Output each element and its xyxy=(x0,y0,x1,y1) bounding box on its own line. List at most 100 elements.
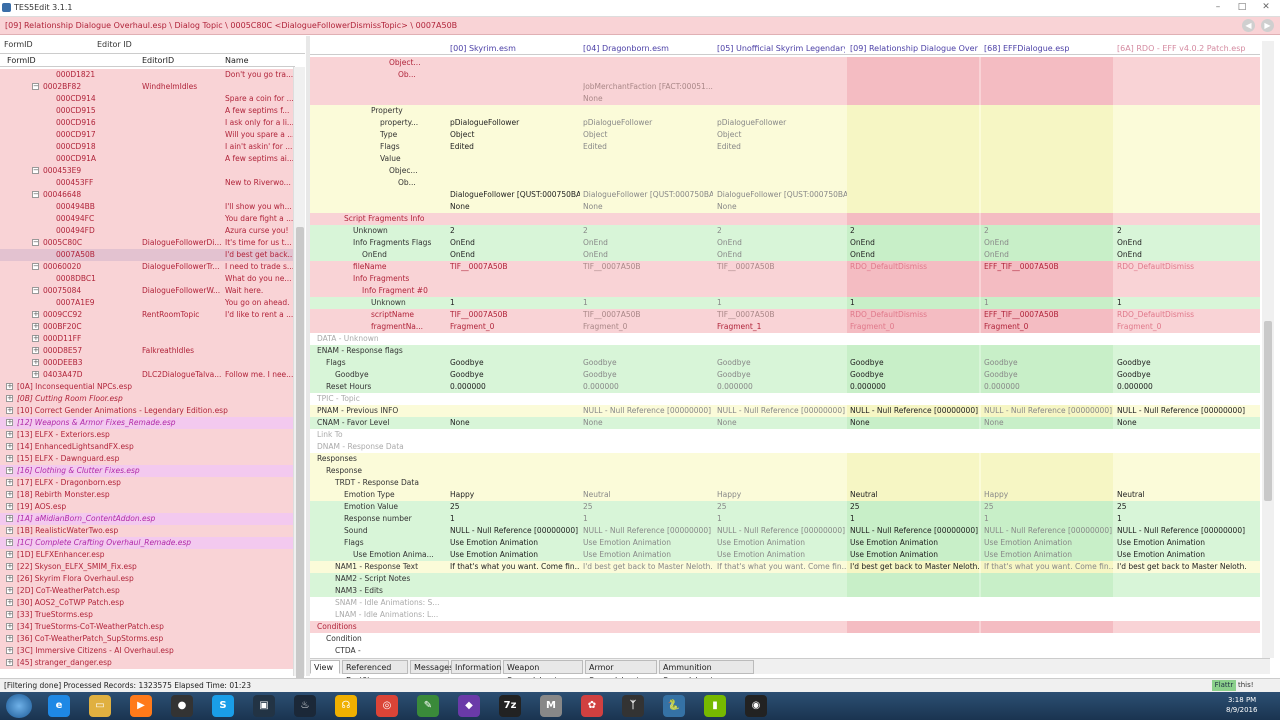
tree-row[interactable]: 0007A1E9 You go on ahead. xyxy=(0,297,293,309)
field-value[interactable]: Use Emotion Animation xyxy=(717,537,847,549)
field-value[interactable]: 1 xyxy=(850,513,980,525)
field-value[interactable]: Use Emotion Animation xyxy=(984,549,1114,561)
tree-row[interactable]: 000453FF New to Riverwo... xyxy=(0,177,293,189)
start-button[interactable] xyxy=(6,694,32,718)
tree-row[interactable]: 000CD91A A few septims ai... xyxy=(0,153,293,165)
record-row[interactable]: DATA - Unknown xyxy=(310,333,1260,345)
field-value[interactable]: 1 xyxy=(450,297,580,309)
expand-icon[interactable]: + xyxy=(32,371,39,378)
field-value[interactable]: Goodbye xyxy=(1117,357,1247,369)
plugin-row[interactable]: + [17] ELFX - Dragonborn.esp xyxy=(0,477,293,489)
record-row[interactable]: Object... xyxy=(310,57,1260,69)
field-value[interactable]: 2 xyxy=(717,225,847,237)
tool-icon[interactable]: ✿ xyxy=(581,695,603,717)
ie-icon[interactable]: e xyxy=(48,695,70,717)
plugin-row[interactable]: + [0B] Cutting Room Floor.esp xyxy=(0,393,293,405)
field-value[interactable]: OnEnd xyxy=(717,237,847,249)
expand-icon[interactable]: + xyxy=(6,599,13,606)
tree-row[interactable]: −000453E9 xyxy=(0,165,293,177)
record-row[interactable]: TRDT - Response Data xyxy=(310,477,1260,489)
field-value[interactable]: Use Emotion Animation xyxy=(850,549,980,561)
tree-row[interactable]: 000CD917 Will you spare a ... xyxy=(0,129,293,141)
notepad-icon[interactable]: ✎ xyxy=(417,695,439,717)
name-column-header[interactable]: Name xyxy=(225,56,249,65)
field-value[interactable]: TIF__0007A50B xyxy=(583,309,713,321)
expand-icon[interactable]: + xyxy=(32,347,39,354)
record-row[interactable]: None None None xyxy=(310,201,1260,213)
plugin-row[interactable]: + [26] Skyrim Flora Overhaul.esp xyxy=(0,573,293,585)
expand-icon[interactable]: + xyxy=(6,539,13,546)
field-value[interactable]: If that's what you want. Come fin... xyxy=(984,561,1114,573)
field-value[interactable]: NULL - Null Reference [00000000] xyxy=(717,405,847,417)
tree-row[interactable]: 000CD916 I ask only for a li... xyxy=(0,117,293,129)
record-row[interactable]: Unknown 1 1 1 1 1 1 xyxy=(310,297,1260,309)
tab-weapon-spreadsheet[interactable]: Weapon Spreadsheet xyxy=(503,660,583,685)
record-row[interactable]: Ob... xyxy=(310,69,1260,81)
flattr-button[interactable]: Flattr xyxy=(1212,680,1236,691)
expand-icon[interactable]: + xyxy=(6,527,13,534)
minimize-button[interactable]: – xyxy=(1210,1,1226,13)
field-value[interactable]: 1 xyxy=(984,513,1114,525)
field-value[interactable]: Goodbye xyxy=(583,357,713,369)
record-row[interactable]: Value xyxy=(310,153,1260,165)
forward-button[interactable]: ▶ xyxy=(1261,19,1274,32)
field-value[interactable]: 0.000000 xyxy=(717,381,847,393)
expand-icon[interactable]: + xyxy=(6,479,13,486)
field-value[interactable]: 1 xyxy=(717,513,847,525)
field-value[interactable]: pDialogueFollower xyxy=(717,117,847,129)
field-value[interactable]: NULL - Null Reference [00000000] xyxy=(984,405,1114,417)
record-row[interactable]: None xyxy=(310,93,1260,105)
field-value[interactable]: None xyxy=(450,201,580,213)
plugin-column-header[interactable]: [04] Dragonborn.esm xyxy=(583,44,711,53)
media-icon[interactable]: ▶ xyxy=(130,695,152,717)
plugin-row[interactable]: + [2D] CoT-WeatherPatch.esp xyxy=(0,585,293,597)
field-value[interactable]: Goodbye xyxy=(984,369,1114,381)
tree-row[interactable]: 000CD915 A few septims f... xyxy=(0,105,293,117)
field-value[interactable]: 2 xyxy=(450,225,580,237)
tree-row[interactable]: 000494FD Azura curse you! xyxy=(0,225,293,237)
record-row[interactable]: fileName TIF__0007A50B TIF__0007A50B TIF__0… xyxy=(310,261,1260,273)
field-value[interactable]: Use Emotion Animation xyxy=(583,549,713,561)
tab-information[interactable]: Information xyxy=(451,660,501,674)
navigation-scrollbar[interactable] xyxy=(293,67,305,697)
field-value[interactable]: 2 xyxy=(1117,225,1247,237)
record-row[interactable]: PNAM - Previous INFO NULL - Null Referenc… xyxy=(310,405,1260,417)
formid-column-header[interactable]: FormID xyxy=(7,56,36,65)
expand-icon[interactable]: + xyxy=(6,491,13,498)
plugin-row[interactable]: + [30] AOS2_CoTWP Patch.esp xyxy=(0,597,293,609)
field-value[interactable]: Edited xyxy=(717,141,847,153)
tree-row[interactable]: 0008DBC1 What do you ne... xyxy=(0,273,293,285)
field-value[interactable]: 1 xyxy=(1117,513,1247,525)
field-value[interactable]: TIF__0007A50B xyxy=(717,261,847,273)
python-icon[interactable]: 🐍 xyxy=(663,695,685,717)
collapse-icon[interactable]: − xyxy=(32,83,39,90)
field-value[interactable]: TIF__0007A50B xyxy=(717,309,847,321)
field-value[interactable]: Object xyxy=(583,129,713,141)
field-value[interactable]: OnEnd xyxy=(583,237,713,249)
record-row[interactable]: CNAM - Favor Level None None None None None No… xyxy=(310,417,1260,429)
field-value[interactable]: None xyxy=(583,93,713,105)
field-value[interactable]: None xyxy=(583,417,713,429)
field-value[interactable]: RDO_DefaultDismiss xyxy=(1117,261,1247,273)
record-row[interactable]: Info Fragments Flags OnEnd OnEnd OnEnd OnEnd… xyxy=(310,237,1260,249)
field-value[interactable]: TIF__0007A50B xyxy=(583,261,713,273)
expand-icon[interactable]: + xyxy=(6,455,13,462)
field-value[interactable]: 0.000000 xyxy=(450,381,580,393)
tree-row[interactable]: 0007A50B I'd best get back... xyxy=(0,249,293,261)
record-row[interactable]: scriptName TIF__0007A50B TIF__0007A50B TIF_… xyxy=(310,309,1260,321)
expand-icon[interactable]: + xyxy=(6,551,13,558)
field-value[interactable]: 0.000000 xyxy=(984,381,1114,393)
plugin-column-header[interactable]: [6A] RDO - EFF v4.0.2 Patch.esp xyxy=(1117,44,1245,53)
clock-time[interactable]: 3:18 PM xyxy=(1228,696,1256,704)
field-value[interactable]: 0.000000 xyxy=(850,381,980,393)
field-value[interactable]: OnEnd xyxy=(1117,237,1247,249)
record-row[interactable]: Type Object Object Object xyxy=(310,129,1260,141)
field-value[interactable]: NULL - Null Reference [00000000] xyxy=(1117,525,1247,537)
plugin-row[interactable]: + [0A] Inconsequential NPCs.esp xyxy=(0,381,293,393)
plugin-row[interactable]: + [45] stranger_danger.esp xyxy=(0,657,293,669)
tree-row[interactable]: 000CD918 I ain't askin' for ... xyxy=(0,141,293,153)
record-row[interactable]: Objec... xyxy=(310,165,1260,177)
record-row[interactable]: Script Fragments Info xyxy=(310,213,1260,225)
field-value[interactable]: Neutral xyxy=(850,489,980,501)
expand-icon[interactable]: + xyxy=(6,575,13,582)
